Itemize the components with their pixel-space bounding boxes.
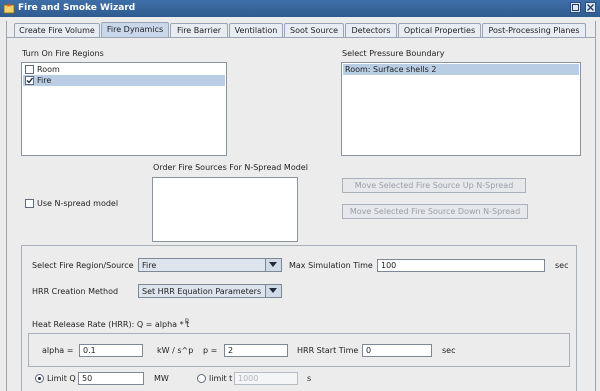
hrr-start-time-label: HRR Start Time: [297, 346, 359, 355]
tab-fire-barrier[interactable]: Fire Barrier: [170, 23, 228, 37]
tab-create-fire-volume[interactable]: Create Fire Volume: [14, 23, 100, 37]
p-label: p =: [203, 346, 218, 355]
window-title: Fire and Smoke Wizard: [18, 3, 136, 13]
n-spread-checkbox[interactable]: [25, 199, 34, 208]
region-source-label: Select Fire Region/Source: [32, 261, 134, 270]
n-spread-label: Use N-spread model: [37, 199, 119, 208]
tab-soot-source[interactable]: Soot Source: [284, 23, 344, 37]
close-icon: [587, 4, 594, 11]
fire-regions-heading: Turn On Fire Regions: [22, 49, 104, 58]
hrr-method-combo[interactable]: Set HRR Equation Parameters: [138, 284, 282, 298]
move-down-n-spread-button[interactable]: Move Selected Fire Source Down N-Spread: [342, 204, 528, 219]
alpha-unit: kW / s^p: [157, 346, 194, 355]
fire-regions-list[interactable]: Room Fire: [21, 62, 227, 156]
maximize-button[interactable]: [570, 2, 581, 13]
radio-dot: [38, 377, 41, 380]
alpha-label: alpha =: [42, 346, 74, 355]
room-checkbox[interactable]: [25, 65, 34, 74]
hrr-method-label: HRR Creation Method: [32, 287, 119, 296]
limit-q-input[interactable]: 50: [78, 372, 144, 385]
alpha-input[interactable]: 0.1: [79, 344, 143, 357]
pressure-boundary-list[interactable]: Room: Surface shells 2: [341, 62, 581, 156]
limit-t-radio[interactable]: [197, 374, 206, 383]
hrr-method-value: Set HRR Equation Parameters: [142, 287, 262, 296]
max-sim-time-label: Max Simulation Time: [289, 261, 373, 270]
maximize-icon: [572, 4, 579, 11]
max-sim-time-unit: sec: [555, 261, 569, 270]
tab-fire-dynamics[interactable]: Fire Dynamics: [101, 22, 169, 38]
n-spread-order-list[interactable]: [152, 177, 298, 242]
dropdown-arrow[interactable]: [265, 259, 281, 271]
chevron-down-icon: [269, 288, 277, 293]
limit-t-input[interactable]: 1000: [234, 372, 298, 385]
region-source-combo[interactable]: Fire: [138, 258, 282, 272]
p-input[interactable]: 2: [224, 344, 288, 357]
limit-q-radio[interactable]: [35, 374, 44, 383]
close-button[interactable]: [585, 2, 596, 13]
chevron-down-icon: [269, 262, 277, 267]
title-bar: Fire and Smoke Wizard: [0, 0, 600, 17]
list-item-label: Room: [37, 65, 60, 74]
tab-divider: [6, 37, 595, 38]
dropdown-arrow[interactable]: [265, 285, 281, 297]
limit-q-unit: MW: [154, 374, 169, 383]
list-item[interactable]: Fire: [23, 75, 225, 86]
fire-checkbox[interactable]: [25, 76, 34, 85]
hrr-start-time-unit: sec: [442, 346, 456, 355]
order-fire-sources-heading: Order Fire Sources For N-Spread Model: [153, 163, 308, 172]
hrr-equation: Heat Release Rate (HRR): Q = alpha * t: [32, 320, 190, 329]
limit-q-label: Limit Q: [47, 374, 76, 383]
max-sim-time-input[interactable]: 100: [377, 259, 545, 272]
move-up-n-spread-button[interactable]: Move Selected Fire Source Up N-Spread: [342, 178, 526, 193]
tab-optical-properties[interactable]: Optical Properties: [398, 23, 481, 37]
hrr-exponent: p: [185, 317, 189, 324]
limit-t-label: limit t: [209, 374, 233, 383]
list-item[interactable]: Room: [23, 64, 225, 75]
region-source-value: Fire: [142, 261, 157, 270]
pressure-boundary-heading: Select Pressure Boundary: [342, 49, 445, 58]
tab-detectors[interactable]: Detectors: [345, 23, 397, 37]
fire-wizard-icon: [3, 3, 15, 14]
tab-post-processing-planes[interactable]: Post-Processing Planes: [482, 23, 586, 37]
list-item[interactable]: Room: Surface shells 2: [343, 64, 579, 75]
list-item-label: Fire: [37, 76, 52, 85]
hrr-start-time-input[interactable]: 0: [362, 344, 432, 357]
check-icon: [26, 77, 33, 84]
tab-ventilation[interactable]: Ventilation: [229, 23, 283, 37]
limit-t-unit: s: [307, 374, 312, 383]
